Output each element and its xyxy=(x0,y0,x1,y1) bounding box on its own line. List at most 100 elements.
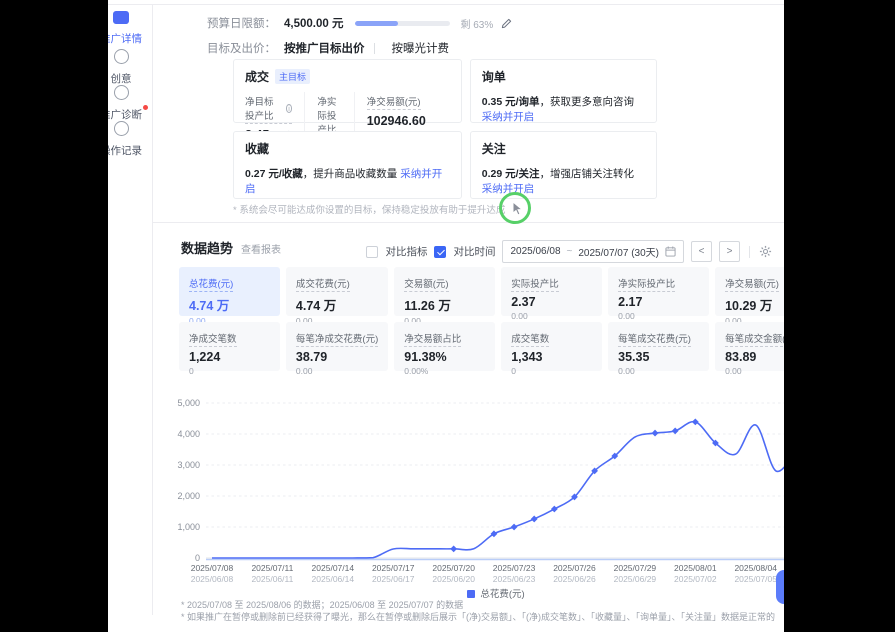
budget-label: 预算日限额： xyxy=(207,15,276,31)
svg-text:2025/07/17: 2025/07/17 xyxy=(372,563,415,573)
goal-card-title: 询单 xyxy=(482,68,506,85)
adopt-and-enable-link[interactable]: 采纳并开启 xyxy=(482,183,535,195)
metric-card-6[interactable]: 净成交笔数1,2240 xyxy=(179,322,280,371)
metric-card-0[interactable]: 总花费(元)4.74 万0.00 xyxy=(179,267,280,316)
svg-text:2,000: 2,000 xyxy=(177,491,200,501)
legend-label: 总花费(元) xyxy=(480,589,524,600)
goal-bid-label: 目标及出价： xyxy=(207,40,276,56)
metric-label: 每笔成交花费(元) xyxy=(618,331,691,347)
section-divider xyxy=(152,222,784,223)
metric-card-7[interactable]: 每笔净成交花费(元)38.790.00 xyxy=(286,322,388,371)
sidebar-item-label: 创意 xyxy=(108,71,150,86)
compare-metric-checkbox[interactable] xyxy=(366,246,378,258)
tab-bid-by-goal[interactable]: 按推广目标出价 xyxy=(284,40,365,56)
svg-text:2025/07/14: 2025/07/14 xyxy=(312,563,355,573)
metric-card-1[interactable]: 成交花费(元)4.74 万0.00 xyxy=(286,267,388,316)
prev-period-button[interactable]: < xyxy=(691,241,712,262)
sidebar-item-3[interactable]: 操作记录 xyxy=(108,121,150,158)
metric-value: 10.29 万 xyxy=(725,295,784,314)
budget-slider[interactable] xyxy=(355,21,450,26)
budget-value: 4,500.00 元 xyxy=(284,15,343,31)
sidebar-item-label: 推广诊断 xyxy=(108,107,150,122)
svg-text:0: 0 xyxy=(195,553,200,563)
notification-dot xyxy=(143,105,148,110)
feedback-tab[interactable] xyxy=(776,570,784,604)
detail-icon xyxy=(113,11,129,24)
svg-text:2025/08/04: 2025/08/04 xyxy=(734,563,777,573)
metric-compare-value: 0.00 xyxy=(618,366,699,376)
metric-compare-value: 0.00 xyxy=(511,311,592,321)
settings-gear-icon[interactable] xyxy=(759,245,772,258)
metric-value: 4.74 万 xyxy=(189,295,270,314)
svg-text:2025/07/08: 2025/07/08 xyxy=(191,563,234,573)
goal-card-0: 询单 0.35 元/询单，获取更多意向咨询 采纳并开启 xyxy=(470,59,657,123)
goal-bid-row: 目标及出价： 按推广目标出价 按曝光计费 xyxy=(207,40,449,56)
svg-text:2025/07/11: 2025/07/11 xyxy=(251,563,293,573)
sidebar-item-2[interactable]: 推广诊断 xyxy=(108,85,150,122)
metric-label: 每笔净成交花费(元) xyxy=(296,331,378,347)
calendar-icon xyxy=(665,246,676,257)
date-start: 2025/06/08 xyxy=(510,246,560,257)
budget-row: 预算日限额： 4,500.00 元 剩 63% xyxy=(207,15,512,31)
controls-divider xyxy=(749,246,750,258)
trend-title: 数据趋势 xyxy=(181,238,233,257)
next-period-button[interactable]: > xyxy=(719,241,740,262)
suggestion-text: 0.35 元/询单，获取更多意向咨询 采纳并开启 xyxy=(482,94,645,124)
date-range-picker[interactable]: 2025/06/08 ~ 2025/07/07 (30天) xyxy=(502,240,684,263)
metric-label: 总花费(元) xyxy=(189,276,233,292)
info-icon[interactable]: i xyxy=(286,104,293,113)
goal-card-1: 收藏0.27 元/收藏，提升商品收藏数量 采纳并开启 xyxy=(233,131,462,199)
metric-label: 净成交笔数 xyxy=(189,331,237,347)
metric-compare-value: 0 xyxy=(511,366,592,376)
metric-card-4[interactable]: 净实际投产比2.170.00 xyxy=(608,267,709,316)
svg-text:2025/07/29: 2025/07/29 xyxy=(614,563,657,573)
svg-text:2025/06/08: 2025/06/08 xyxy=(191,574,234,584)
date-end: 2025/07/07 (30天) xyxy=(578,244,659,259)
svg-text:2025/06/14: 2025/06/14 xyxy=(312,574,355,584)
svg-text:1,000: 1,000 xyxy=(177,522,200,532)
svg-text:2025/07/20: 2025/07/20 xyxy=(432,563,475,573)
metric-card-2[interactable]: 交易额(元)11.26 万0.00 xyxy=(394,267,495,316)
view-report-link[interactable]: 查看报表 xyxy=(241,241,281,256)
metric-compare-value: 0.00 xyxy=(618,311,699,321)
svg-text:2025/07/02: 2025/07/02 xyxy=(674,574,717,584)
svg-text:2025/06/29: 2025/06/29 xyxy=(614,574,657,584)
metric-card-9[interactable]: 成交笔数1,3430 xyxy=(501,322,602,371)
metric-value: 35.35 xyxy=(618,350,699,364)
goal-card-title: 成交 xyxy=(245,68,269,85)
sidebar-item-1[interactable]: 创意 xyxy=(108,49,150,86)
sidebar-item-label: 推广详情 xyxy=(108,31,150,46)
goal-card-deal: 成交主目标净目标投产比i2.45净实际投产比2.17净交易额(元)102946.… xyxy=(233,59,462,123)
primary-goal-badge: 主目标 xyxy=(275,69,310,84)
app-window: 推广详情创意推广诊断操作记录 预算日限额： 4,500.00 元 剩 63% 目… xyxy=(108,0,784,632)
line-chart-svg: 01,0002,0003,0004,0005,0002025/07/082025… xyxy=(172,390,784,586)
idea-icon xyxy=(114,49,129,64)
edit-budget-icon[interactable] xyxy=(501,18,512,29)
trend-chart: 01,0002,0003,0004,0005,0002025/07/082025… xyxy=(172,390,784,586)
goal-cards: 成交主目标净目标投产比i2.45净实际投产比2.17净交易额(元)102946.… xyxy=(233,59,657,199)
metric-value: 91.38% xyxy=(404,350,485,364)
adopt-and-enable-link[interactable]: 采纳并开启 xyxy=(482,111,535,123)
metric-label: 成交花费(元) xyxy=(296,276,350,292)
metric-compare-value: 0.00 xyxy=(725,366,784,376)
svg-text:2025/06/23: 2025/06/23 xyxy=(493,574,536,584)
metric-card-8[interactable]: 净交易额占比91.38%0.00% xyxy=(394,322,495,371)
side-nav: 推广详情创意推广诊断操作记录 xyxy=(108,5,153,615)
metric-label: 交易额(元) xyxy=(404,276,448,292)
compare-metric-label: 对比指标 xyxy=(385,244,427,259)
sidebar-item-0[interactable]: 推广详情 xyxy=(108,11,150,46)
metric-value: 2.17 xyxy=(618,295,699,309)
svg-text:2025/06/26: 2025/06/26 xyxy=(553,574,596,584)
metric-cards: 总花费(元)4.74 万0.00成交花费(元)4.74 万0.00交易额(元)1… xyxy=(179,267,784,371)
metric-card-11[interactable]: 每笔成交金额(元)83.890.00 xyxy=(715,322,784,371)
tab-bid-by-impression[interactable]: 按曝光计费 xyxy=(392,40,450,56)
goal-card-2: 关注0.29 元/关注，增强店铺关注转化 采纳并开启 xyxy=(470,131,657,199)
metric-card-3[interactable]: 实际投产比2.370.00 xyxy=(501,267,602,316)
metric-card-10[interactable]: 每笔成交花费(元)35.350.00 xyxy=(608,322,709,371)
metric-card-5[interactable]: 净交易额(元)10.29 万0.00 xyxy=(715,267,784,316)
compare-time-checkbox[interactable] xyxy=(434,246,446,258)
suggestion-text: 0.29 元/关注，增强店铺关注转化 采纳并开启 xyxy=(482,166,645,196)
budget-remaining: 剩 63% xyxy=(460,16,493,31)
main-content: 预算日限额： 4,500.00 元 剩 63% 目标及出价： 按推广目标出价 按… xyxy=(152,5,784,621)
trend-header: 数据趋势 查看报表 xyxy=(181,238,281,257)
